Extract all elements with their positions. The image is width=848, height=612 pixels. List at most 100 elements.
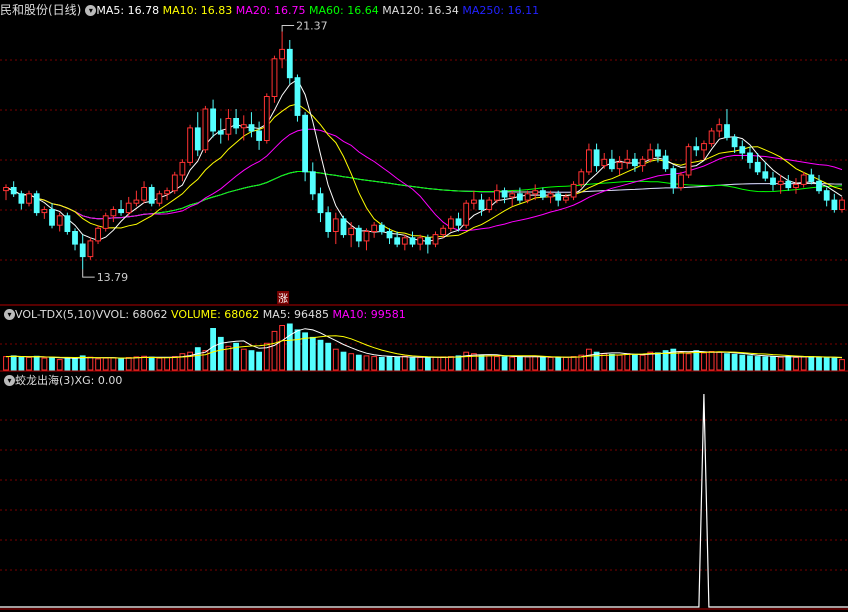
volume-bar: [26, 356, 32, 371]
volume-bar: [609, 353, 615, 371]
candle-body: [210, 108, 216, 132]
volume-bar: [570, 356, 577, 371]
volume-bar: [286, 323, 293, 371]
volume-bar: [440, 356, 447, 371]
volume-bar: [793, 356, 799, 371]
volume-bar: [164, 357, 170, 371]
volume-bar: [49, 356, 55, 371]
candle-body: [601, 158, 608, 167]
volume-bar: [532, 356, 539, 371]
volume-bar: [271, 330, 278, 371]
candle-body: [639, 158, 646, 167]
volume-bar: [693, 350, 700, 371]
candle-body: [233, 118, 239, 129]
volume-bar: [56, 359, 63, 371]
candle-body: [33, 193, 40, 214]
candle-body: [494, 190, 500, 201]
candle-body: [371, 224, 378, 232]
candle-body: [325, 212, 332, 232]
volume-bar: [563, 356, 569, 371]
volume-bar: [678, 351, 684, 371]
candle-body: [532, 190, 539, 195]
candle-body: [302, 114, 309, 173]
candle-body: [133, 199, 140, 204]
limit-up-label: 涨: [278, 293, 288, 305]
candle-body: [632, 158, 638, 167]
volume-bar: [10, 355, 17, 371]
volume-bar: [378, 356, 385, 371]
candle-body: [340, 218, 347, 236]
candle-body: [401, 237, 408, 245]
volume-bar: [839, 359, 845, 371]
candle-body: [355, 227, 362, 242]
volume-bar: [432, 356, 439, 371]
volume-bar: [448, 356, 454, 371]
volume-bar: [325, 342, 332, 371]
candle-body: [793, 183, 799, 188]
candle-body: [486, 199, 493, 211]
candle-body: [425, 237, 431, 245]
candle-body: [724, 124, 730, 138]
volume-bar: [785, 355, 792, 371]
candle-body: [478, 199, 485, 211]
candle-body: [708, 130, 715, 145]
high-label: 21.37: [296, 20, 328, 33]
volume-bar: [210, 328, 216, 371]
candle-body: [547, 193, 554, 198]
candle-body: [194, 127, 201, 151]
candle-body: [95, 227, 101, 242]
candle-body: [670, 168, 677, 188]
candle-body: [386, 231, 393, 239]
candle-body: [87, 240, 94, 258]
volume-bar: [256, 351, 263, 371]
volume-bar: [777, 356, 784, 371]
candle-body: [225, 118, 232, 135]
volume-bar: [409, 357, 416, 371]
candle-body: [202, 108, 209, 151]
volume-bar: [501, 356, 508, 371]
volume-bar: [731, 353, 738, 371]
candle-body: [693, 146, 700, 151]
volume-bar: [332, 348, 339, 371]
volume-bar: [708, 351, 715, 371]
candle-body: [432, 234, 439, 245]
candle-body: [18, 193, 25, 204]
volume-bar: [87, 356, 94, 371]
candle-body: [187, 127, 193, 163]
volume-bar: [800, 356, 807, 371]
volume-bar: [371, 356, 378, 371]
candle-body: [701, 143, 707, 151]
volume-bar: [494, 356, 500, 371]
candle-body: [10, 187, 17, 195]
volume-bar: [762, 356, 769, 371]
stock-chart[interactable]: 21.37 13.79 涨: [0, 0, 848, 612]
candle-body: [578, 171, 585, 185]
volume-bar: [540, 356, 546, 371]
volume-bar: [616, 354, 623, 371]
volume-bar: [156, 357, 163, 371]
candle-body: [56, 215, 63, 226]
volume-bar: [171, 356, 178, 371]
volume-bar: [217, 336, 224, 371]
candle-body: [471, 199, 477, 204]
candle-body: [777, 180, 784, 185]
volume-bar: [118, 357, 124, 371]
volume-bar: [148, 356, 155, 371]
candle-body: [148, 187, 155, 204]
volume-bar: [394, 356, 401, 371]
low-marker: [82, 269, 95, 278]
volume-bar: [509, 356, 516, 371]
candle-body: [240, 124, 247, 129]
candle-body: [440, 227, 447, 236]
volume-bar: [601, 353, 608, 371]
volume-bar: [639, 354, 646, 371]
candle-body: [217, 130, 224, 135]
candle-body: [555, 193, 562, 201]
ma20-line: [5, 128, 843, 232]
candle-body: [823, 190, 830, 201]
candle-body: [678, 174, 684, 189]
candle-body: [3, 187, 9, 192]
candle-body: [616, 161, 623, 170]
candle-body: [463, 202, 470, 226]
candle-body: [64, 215, 71, 233]
